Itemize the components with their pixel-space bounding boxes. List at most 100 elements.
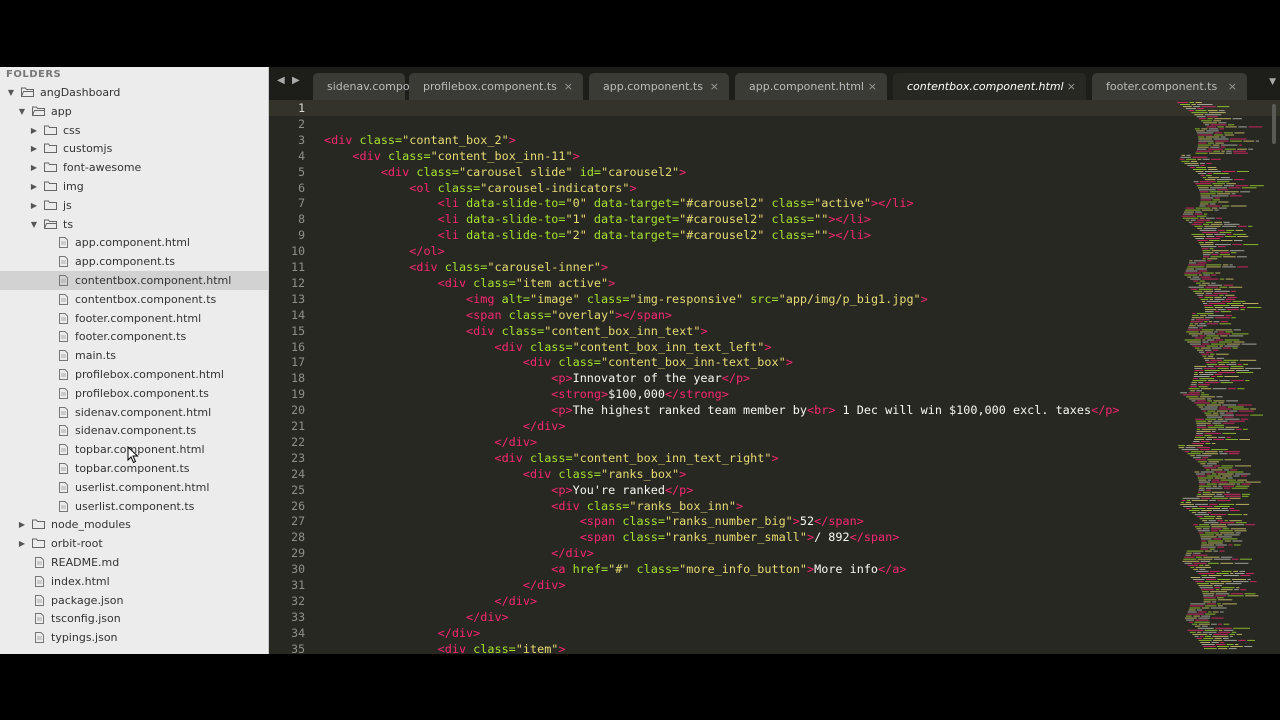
tab-close-icon[interactable]: × (868, 73, 877, 100)
code-line[interactable]: </div> (324, 609, 509, 625)
expanded-arrow-icon[interactable]: ▼ (17, 102, 27, 121)
tree-file[interactable]: profilebox.component.html (0, 365, 268, 384)
tab-next-icon[interactable]: ▶ (292, 75, 300, 86)
code-line[interactable]: <div class="content_box_inn_text"> (324, 323, 708, 339)
scrollbar-thumb[interactable] (1272, 104, 1276, 144)
collapsed-arrow-icon[interactable]: ▶ (29, 139, 39, 158)
minimap-mark (1211, 491, 1225, 493)
expanded-arrow-icon[interactable]: ▼ (6, 83, 16, 102)
code-line[interactable]: <div class="content_box_inn_text_right"> (324, 450, 778, 466)
minimap[interactable] (1169, 102, 1269, 652)
tree-file[interactable]: README.md (0, 553, 268, 572)
tree-file[interactable]: sidenav.component.ts (0, 421, 268, 440)
editor-tab[interactable]: contentbox.component.html × (893, 73, 1086, 100)
code-line[interactable]: <p>The highest ranked team member by<br>… (324, 402, 1119, 418)
code-line[interactable]: <div class="ranks_box"> (324, 466, 686, 482)
tab-close-icon[interactable]: × (710, 73, 719, 100)
minimap-mark (1207, 284, 1223, 286)
code-line[interactable]: </div> (324, 577, 566, 593)
code-line[interactable]: <span class="ranks_number_small">/ 892</… (324, 529, 900, 545)
code-line[interactable]: <span class="overlay"></span> (324, 307, 672, 323)
minimap-mark (1187, 329, 1201, 331)
code-line[interactable]: </div> (324, 434, 537, 450)
tree-folder[interactable]: ▶ font-awesome (0, 158, 268, 177)
minimap-mark (1202, 252, 1214, 254)
code-line[interactable]: <p>Innovator of the year</p> (324, 370, 750, 386)
tree-folder[interactable]: ▶ orbit-root (0, 534, 268, 553)
code-area[interactable]: <div class="contant_box_2"> <div class="… (324, 100, 1164, 654)
tree-file[interactable]: sidenav.component.html (0, 403, 268, 422)
editor-tab[interactable]: app.component.ts × (589, 73, 729, 100)
code-line[interactable]: </div> (324, 593, 537, 609)
editor-tab[interactable]: sidenav.compor (313, 73, 414, 100)
tab-close-icon[interactable]: × (564, 73, 573, 100)
editor-tab[interactable]: footer.component.ts × (1092, 73, 1247, 100)
tree-folder[interactable]: ▼ app (0, 102, 268, 121)
code-line[interactable]: <div class="carousel slide" id="carousel… (324, 164, 686, 180)
minimap-mark (1194, 225, 1203, 227)
tree-file[interactable]: app.component.ts (0, 252, 268, 271)
code-line[interactable]: <li data-slide-to="2" data-target="#caro… (324, 227, 871, 243)
code-line[interactable]: </div> (324, 625, 481, 641)
code-editor[interactable]: ◀ ▶ sidenav.compor profilebox.component.t… (269, 67, 1280, 654)
collapsed-arrow-icon[interactable]: ▶ (17, 534, 27, 553)
code-line[interactable]: </ol> (324, 243, 445, 259)
tab-close-icon[interactable]: × (1228, 73, 1237, 100)
code-line[interactable]: <a href="#" class="more_info_button">Mor… (324, 561, 906, 577)
collapsed-arrow-icon[interactable]: ▶ (29, 121, 39, 140)
tree-file[interactable]: contentbox.component.ts (0, 290, 268, 309)
code-line[interactable]: <span class="ranks_number_big">52</span> (324, 513, 864, 529)
code-line[interactable]: <li data-slide-to="0" data-target="#caro… (324, 195, 914, 211)
code-line[interactable]: <div class="contant_box_2"> (324, 132, 516, 148)
collapsed-arrow-icon[interactable]: ▶ (29, 158, 39, 177)
tree-folder[interactable]: ▶ node_modules (0, 515, 268, 534)
tree-file[interactable]: main.ts (0, 346, 268, 365)
collapsed-arrow-icon[interactable]: ▶ (29, 196, 39, 215)
collapsed-arrow-icon[interactable]: ▶ (17, 515, 27, 534)
code-line[interactable]: <strong>$100,000</strong> (324, 386, 729, 402)
code-line[interactable]: <div class="content_box_inn-11"> (324, 148, 579, 164)
tree-folder[interactable]: ▶ js (0, 196, 268, 215)
tree-file[interactable]: userlist.component.html (0, 478, 268, 497)
editor-tab[interactable]: profilebox.component.ts × (409, 73, 583, 100)
code-line[interactable]: <div class="item"> (324, 641, 566, 654)
tab-close-icon[interactable]: × (1067, 73, 1076, 100)
tab-prev-icon[interactable]: ◀ (277, 75, 285, 86)
minimap-mark (1194, 625, 1201, 627)
folder-icon (44, 181, 57, 191)
code-line[interactable]: <ol class="carousel-indicators"> (324, 180, 636, 196)
tree-file[interactable]: package.json (0, 591, 268, 610)
minimap-mark (1216, 179, 1233, 181)
tree-file[interactable]: tsconfig.json (0, 609, 268, 628)
tree-folder[interactable]: ▶ img (0, 177, 268, 196)
code-line[interactable]: <div class="content_box_inn_text_left"> (324, 339, 771, 355)
code-line[interactable]: <div class="content_box_inn-text_box"> (324, 354, 793, 370)
code-line[interactable]: <div class="ranks_box_inn"> (324, 498, 743, 514)
tree-file[interactable]: footer.component.ts (0, 327, 268, 346)
code-line[interactable]: <li data-slide-to="1" data-target="#caro… (324, 211, 871, 227)
tree-file[interactable]: userlist.component.ts (0, 497, 268, 516)
code-line[interactable]: </div> (324, 418, 566, 434)
tree-file[interactable]: index.html (0, 572, 268, 591)
tab-menu-icon[interactable]: ▼ (1269, 77, 1276, 87)
code-line[interactable]: <div class="carousel-inner"> (324, 259, 608, 275)
code-line[interactable]: <img alt="image" class="img-responsive" … (324, 291, 928, 307)
minimap-mark (1205, 238, 1221, 239)
tree-file[interactable]: profilebox.component.ts (0, 384, 268, 403)
code-line[interactable]: <div class="item active"> (324, 275, 616, 291)
tree-file[interactable]: typings.json (0, 628, 268, 647)
tree-folder[interactable]: ▶ css (0, 121, 268, 140)
tree-file[interactable]: contentbox.component.html (0, 271, 268, 290)
expanded-arrow-icon[interactable]: ▼ (29, 215, 39, 234)
collapsed-arrow-icon[interactable]: ▶ (29, 177, 39, 196)
editor-tab[interactable]: app.component.html × (735, 73, 887, 100)
minimap-mark (1205, 359, 1210, 361)
tree-file[interactable]: app.component.html (0, 233, 268, 252)
minimap-mark (1190, 603, 1206, 605)
tree-file[interactable]: footer.component.html (0, 309, 268, 328)
tree-folder[interactable]: ▶ customjs (0, 139, 268, 158)
code-line[interactable]: <p>You're ranked</p> (324, 482, 693, 498)
tree-folder[interactable]: ▼ ts (0, 215, 268, 234)
code-line[interactable]: </div> (324, 545, 594, 561)
tree-folder[interactable]: ▼ angDashboard (0, 83, 268, 102)
